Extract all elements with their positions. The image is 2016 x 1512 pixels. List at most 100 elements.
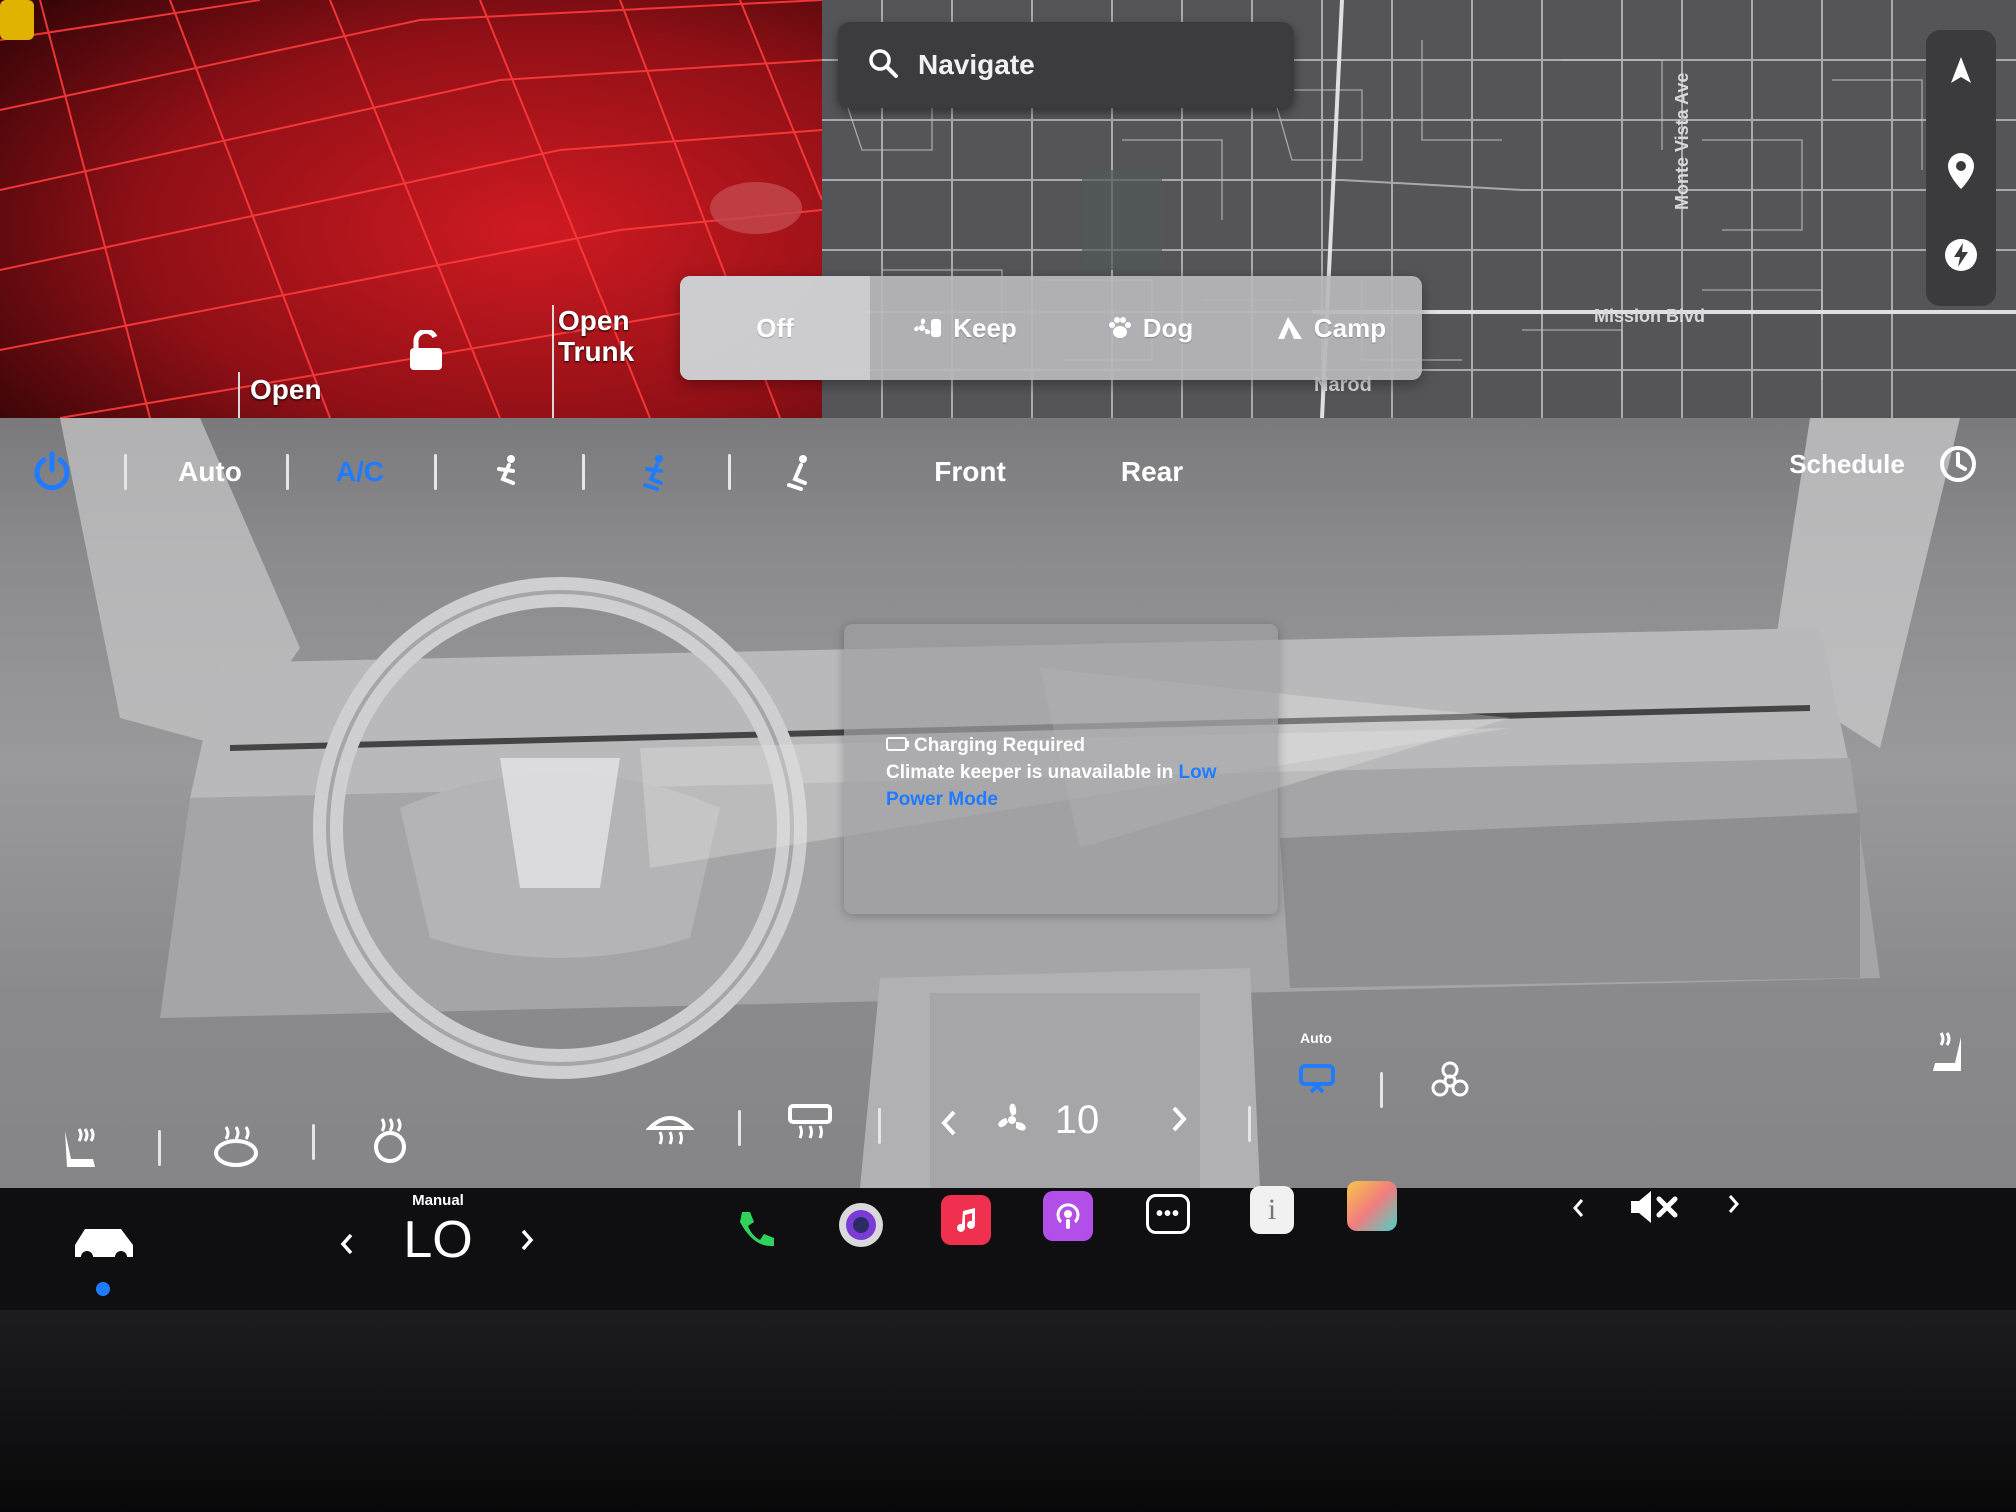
keeper-option-label: Keep	[953, 312, 1017, 343]
temperature-value[interactable]: LO	[388, 1210, 488, 1270]
divider	[738, 1110, 741, 1146]
auto-button[interactable]: Auto	[160, 442, 260, 502]
seat-heat-icon	[1933, 1032, 1961, 1071]
divider	[434, 454, 437, 490]
rear-defrost-icon-button[interactable]	[780, 1092, 840, 1152]
fan-increase-button[interactable]	[1164, 1094, 1194, 1144]
climate-keeper-selector: Off Keep Dog Camp	[680, 276, 1422, 380]
street-label: Mission Blvd	[1594, 306, 1706, 326]
heater-icon	[374, 1118, 406, 1163]
open-trunk-button[interactable]: Open Trunk	[558, 305, 668, 367]
power-icon	[34, 451, 70, 491]
car-icon	[75, 1229, 133, 1263]
schedule-button[interactable]: Schedule	[1782, 434, 1912, 494]
street-label: Monte Vista Ave	[1672, 72, 1692, 210]
compass-icon[interactable]	[1926, 36, 1996, 106]
navigate-search-bar[interactable]: Navigate	[838, 22, 1294, 108]
climate-power-button[interactable]	[22, 442, 82, 502]
airflow-face-button[interactable]	[478, 442, 542, 502]
rear-defrost-icon	[788, 1104, 832, 1139]
open-frunk-button[interactable]: Open	[250, 374, 370, 405]
warning-icon	[0, 0, 34, 40]
front-defrost-button[interactable]: Front	[920, 442, 1020, 502]
car-controls-button[interactable]	[62, 1212, 146, 1274]
rear-defrost-button[interactable]: Rear	[1104, 442, 1200, 502]
map-controls	[1926, 30, 1996, 306]
seat-heater-rear-button[interactable]	[1920, 1022, 1980, 1082]
keeper-option-off[interactable]: Off	[680, 276, 870, 380]
paw-icon	[1107, 315, 1133, 341]
seat-heater-passenger-button[interactable]	[360, 1110, 420, 1170]
steering-wheel-heat-icon	[214, 1126, 258, 1167]
podcasts-icon[interactable]	[1040, 1188, 1096, 1244]
search-icon	[868, 48, 898, 83]
steering-heater-button[interactable]	[206, 1118, 266, 1178]
dashboard-bezel	[0, 1310, 2016, 1512]
airflow-feet-icon	[787, 455, 807, 491]
search-placeholder: Navigate	[918, 49, 1035, 80]
divider	[1248, 1106, 1251, 1142]
airflow-face-feet-icon	[643, 455, 663, 491]
bioweapon-mode-button[interactable]	[1422, 1056, 1478, 1106]
tent-icon	[1276, 315, 1304, 341]
keeper-option-keep[interactable]: Keep	[870, 276, 1060, 380]
divider	[1380, 1072, 1383, 1108]
warning-body: Climate keeper is unavailable in	[886, 762, 1174, 784]
keeper-option-camp[interactable]: Camp	[1240, 276, 1422, 380]
keeper-option-label: Dog	[1142, 312, 1194, 343]
airflow-face-feet-button[interactable]	[626, 442, 690, 502]
climate-toolbar: Auto A/C Front Rear Schedule	[0, 418, 2016, 528]
airflow-feet-button[interactable]	[770, 442, 834, 502]
clock-icon[interactable]	[1934, 434, 1982, 494]
warning-message: Charging Required Climate keeper is unav…	[886, 732, 1266, 813]
active-indicator	[96, 1282, 110, 1296]
charging-icon[interactable]	[1926, 220, 1996, 290]
ac-button[interactable]: A/C	[316, 442, 404, 502]
chevron-right-icon	[1172, 1106, 1187, 1132]
divider	[158, 1130, 161, 1166]
divider	[878, 1108, 881, 1144]
fan-icon	[913, 315, 943, 341]
biohazard-icon	[1431, 1061, 1469, 1097]
volume-muted-icon[interactable]	[1622, 1182, 1686, 1232]
keeper-option-label: Off	[756, 312, 794, 343]
recirculation-icon	[1299, 1064, 1335, 1094]
manual-icon[interactable]: i	[1244, 1182, 1300, 1238]
divider	[312, 1124, 315, 1160]
temperature-increase-button[interactable]	[512, 1220, 542, 1260]
climate-panel: Auto A/C Front Rear Schedule Charging Re…	[0, 418, 2016, 1188]
front-defrost-icon-button[interactable]	[640, 1098, 700, 1158]
chevron-left-icon	[340, 1233, 353, 1255]
temperature-decrease-button[interactable]	[332, 1224, 362, 1264]
recirculation-button[interactable]	[1292, 1054, 1342, 1104]
taskbar: Manual LO ••• i	[0, 1181, 2016, 1310]
fan-speed-value: 10	[1054, 1097, 1100, 1142]
chevron-left-icon	[941, 1110, 956, 1136]
divider	[582, 454, 585, 490]
camera-icon[interactable]	[832, 1196, 890, 1254]
keeper-option-dog[interactable]: Dog	[1060, 276, 1240, 380]
fan-decrease-button[interactable]	[934, 1098, 964, 1148]
seat-heater-driver-button[interactable]	[50, 1118, 110, 1178]
warning-title: Charging Required	[914, 735, 1086, 756]
keeper-option-label: Camp	[1313, 312, 1387, 343]
music-icon[interactable]	[938, 1192, 994, 1248]
front-defrost-icon	[646, 1116, 694, 1145]
recirculation-mode-label: Auto	[1300, 1030, 1332, 1046]
more-icon[interactable]: •••	[1140, 1186, 1196, 1242]
divider	[286, 454, 289, 490]
chevron-right-icon	[521, 1229, 534, 1251]
seat-heat-icon	[65, 1128, 95, 1167]
toybox-icon[interactable]	[1344, 1178, 1400, 1234]
phone-icon[interactable]	[728, 1202, 784, 1258]
divider	[124, 454, 127, 490]
volume-increase-button[interactable]	[1722, 1184, 1746, 1224]
volume-decrease-button[interactable]	[1566, 1188, 1590, 1228]
divider	[552, 305, 554, 418]
battery-low-icon	[886, 732, 910, 759]
pin-icon[interactable]	[1926, 136, 1996, 206]
airflow-face-icon	[497, 455, 515, 485]
chevron-right-icon	[1728, 1195, 1739, 1213]
climate-controls-bottom: 10 Auto	[0, 1018, 2016, 1188]
divider	[238, 372, 240, 418]
